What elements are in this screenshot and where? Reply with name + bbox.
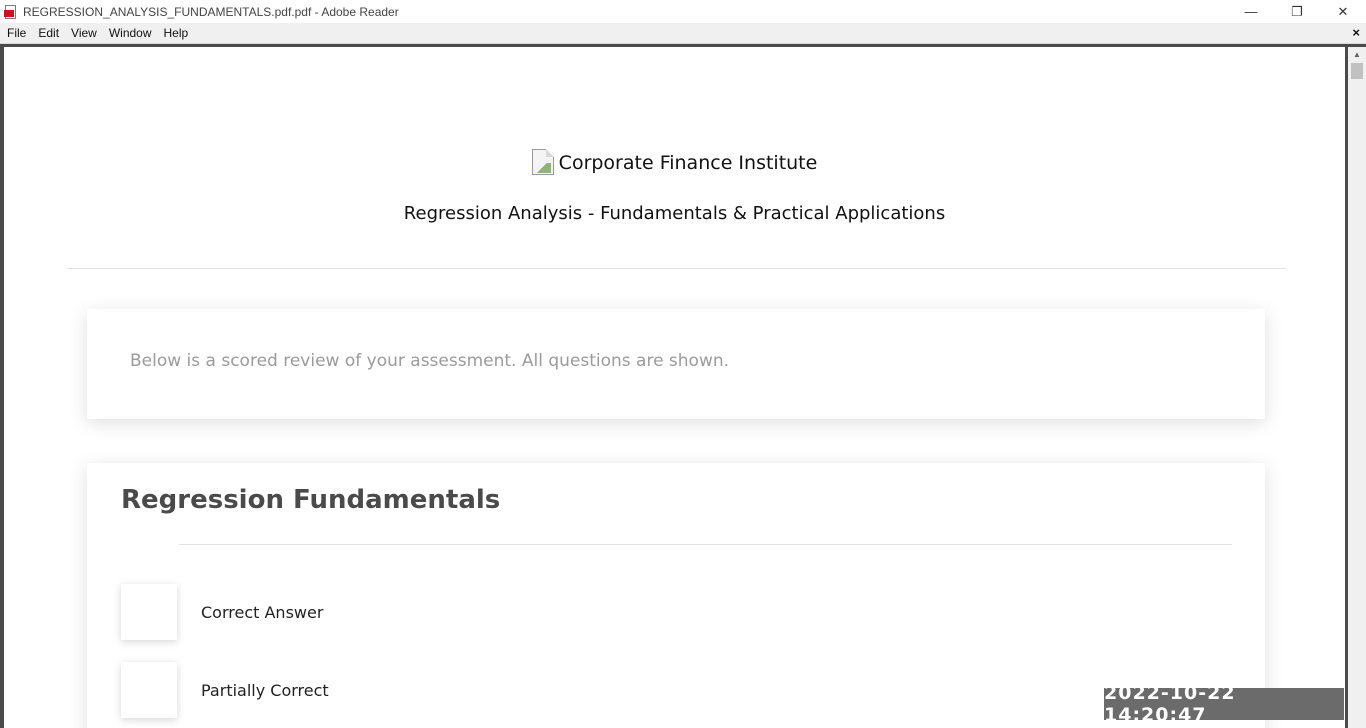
window-title: REGRESSION_ANALYSIS_FUNDAMENTALS.pdf.pdf…: [23, 4, 399, 19]
broken-image-icon: [531, 149, 558, 176]
menu-file[interactable]: File: [0, 23, 32, 44]
intro-text: Below is a scored review of your assessm…: [130, 351, 730, 371]
adobe-pdf-icon: [4, 4, 18, 19]
document-frame: Corporate Finance Institute Regression A…: [0, 44, 1366, 728]
legend-label-partial: Partially Correct: [201, 680, 329, 700]
intro-card: Below is a scored review of your assessm…: [87, 309, 1265, 419]
course-title: Regression Analysis - Fundamentals & Pra…: [403, 203, 946, 224]
menu-bar: File Edit View Window Help ×: [0, 23, 1366, 44]
section-card: Regression Fundamentals Correct Answer P…: [87, 463, 1265, 728]
logo-row: Corporate Finance Institute: [4, 149, 1345, 176]
scroll-thumb[interactable]: [1351, 63, 1363, 79]
logo-alt-text: Corporate Finance Institute: [558, 151, 818, 174]
restore-button[interactable]: ❐: [1274, 0, 1320, 23]
legend-item-correct: Correct Answer: [121, 584, 323, 640]
section-title: Regression Fundamentals: [121, 485, 501, 515]
pdf-page: Corporate Finance Institute Regression A…: [4, 47, 1345, 728]
timestamp-overlay: 2022-10-22 14:20:47: [1104, 682, 1344, 726]
vertical-scrollbar[interactable]: ▲: [1348, 47, 1366, 728]
correct-swatch: [121, 584, 177, 640]
section-divider: [179, 544, 1232, 545]
partial-swatch: [121, 662, 177, 718]
scroll-up-arrow-icon[interactable]: ▲: [1348, 47, 1366, 61]
menu-window[interactable]: Window: [103, 23, 158, 44]
minimize-button[interactable]: —: [1228, 0, 1274, 23]
header-divider: [67, 268, 1286, 269]
menu-help[interactable]: Help: [158, 23, 195, 44]
document-close-button[interactable]: ×: [1352, 25, 1360, 40]
title-bar: REGRESSION_ANALYSIS_FUNDAMENTALS.pdf.pdf…: [0, 0, 1366, 23]
legend-item-partial: Partially Correct: [121, 662, 329, 718]
menu-edit[interactable]: Edit: [32, 23, 65, 44]
legend-label-correct: Correct Answer: [201, 602, 324, 622]
menu-view[interactable]: View: [65, 23, 103, 44]
close-window-button[interactable]: ✕: [1320, 0, 1366, 23]
